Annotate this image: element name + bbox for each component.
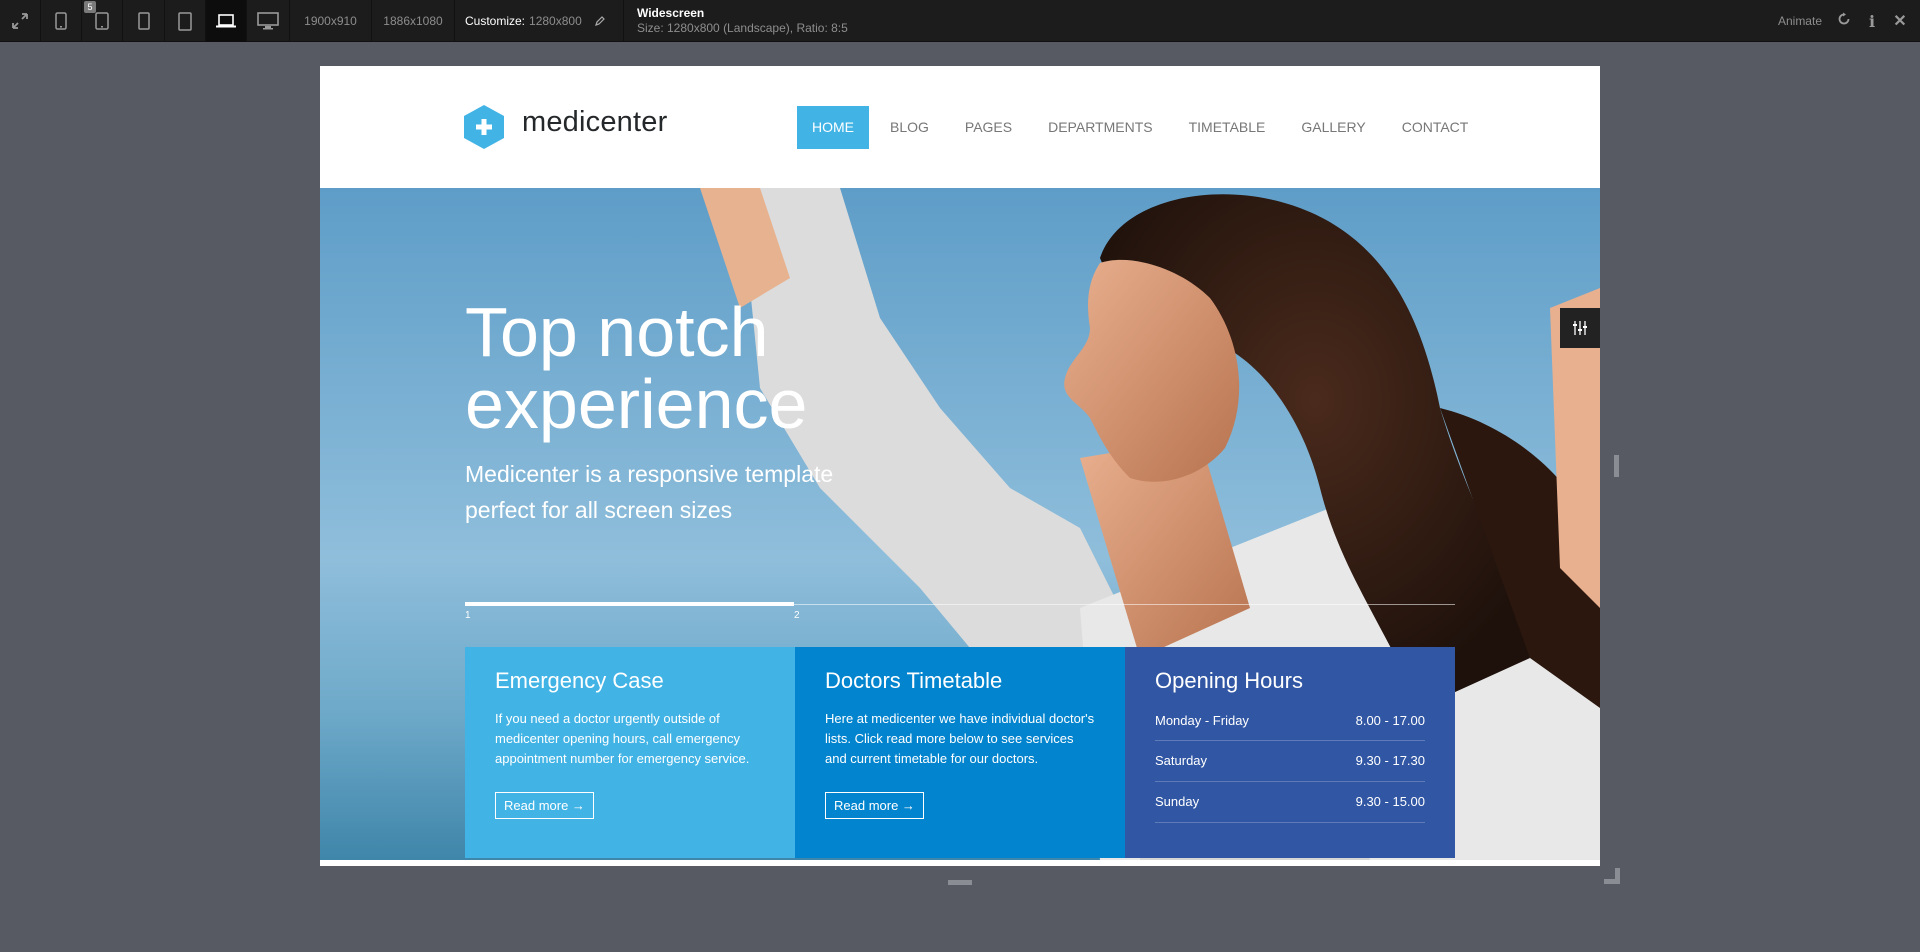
emergency-read-more-button[interactable]: Read more → [495,792,594,819]
hours-time: 9.30 - 15.00 [1355,794,1425,809]
customize-label: Customize: [465,14,526,28]
laptop-icon[interactable] [206,0,247,42]
pencil-icon[interactable] [594,15,606,27]
hours-day: Saturday [1155,753,1208,768]
style-switcher-icon[interactable] [1560,308,1600,348]
resize-handle-corner[interactable] [1604,868,1620,884]
responsive-toolbar: 5 1900x910 1886x1080 Customize: 1280x800… [0,0,1920,42]
device-info-title: Widescreen [637,6,705,20]
slide-1-indicator[interactable]: 1 [465,610,471,621]
main-nav: HOME BLOG PAGES DEPARTMENTS TIMETABLE GA… [797,106,1486,149]
info-icon[interactable]: i [1864,12,1880,31]
slider-progress [465,602,794,606]
slide-2-indicator[interactable]: 2 [794,610,800,621]
toolbar-actions: Animate i ✕ [1778,0,1920,42]
device-info: Widescreen Size: 1280x800 (Landscape), R… [637,6,848,36]
hours-row: Saturday 9.30 - 17.30 [1155,741,1425,782]
hero-title-line-1: Top notch [465,293,769,371]
resize-handle-right[interactable] [1614,455,1619,477]
box-text: Here at medicenter we have individual do… [825,711,1095,766]
emergency-case-box: Emergency Case If you need a doctor urge… [465,647,795,858]
hero-slider: Top notch experience Medicenter is a res… [320,188,1600,860]
hero-subtitle: Medicenter is a responsive template perf… [465,461,834,523]
device-count-badge: 5 [84,1,96,13]
refresh-icon[interactable] [1836,12,1852,31]
nav-timetable[interactable]: TIMETABLE [1171,106,1284,149]
medicenter-logo-icon[interactable] [463,104,505,150]
hours-time: 9.30 - 17.30 [1355,753,1425,768]
site-logo-text[interactable]: medicenter [522,106,667,139]
site-preview-frame: medicenter HOME BLOG PAGES DEPARTMENTS T… [320,66,1600,866]
hours-list: Monday - Friday 8.00 - 17.00 Saturday 9.… [1155,701,1425,823]
hours-time: 8.00 - 17.00 [1355,713,1425,728]
nav-contact[interactable]: CONTACT [1384,106,1487,149]
site-header: medicenter HOME BLOG PAGES DEPARTMENTS T… [320,66,1600,188]
nav-gallery[interactable]: GALLERY [1283,106,1383,149]
hero-title-line-2: experience [465,365,808,443]
box-title: Opening Hours [1155,668,1303,693]
desktop-icon[interactable] [247,0,290,42]
tablet-icon[interactable] [165,0,206,42]
timetable-read-more-button[interactable]: Read more → [825,792,924,819]
nav-departments[interactable]: DEPARTMENTS [1030,106,1171,149]
animate-label[interactable]: Animate [1778,14,1822,28]
hours-row: Monday - Friday 8.00 - 17.00 [1155,701,1425,741]
fullscreen-icon[interactable] [0,0,41,42]
frame-bottom-strip [320,860,1600,866]
hero-title: Top notch experience [465,296,807,440]
nav-blog[interactable]: BLOG [872,106,947,149]
box-text: If you need a doctor urgently outside of… [495,711,750,766]
small-tablet-icon[interactable] [123,0,165,42]
nav-home[interactable]: HOME [797,106,869,149]
phone-portrait-icon[interactable] [41,0,82,42]
hours-day: Sunday [1155,794,1200,809]
hours-row: Sunday 9.30 - 15.00 [1155,782,1425,823]
device-info-size: Size: 1280x800 (Landscape), Ratio: 8:5 [637,21,848,35]
size-preset-1[interactable]: 1900x910 [290,0,372,42]
close-icon[interactable]: ✕ [1892,11,1908,31]
box-title: Doctors Timetable [825,668,1003,693]
doctors-timetable-box: Doctors Timetable Here at medicenter we … [795,647,1125,858]
box-title: Emergency Case [495,668,664,693]
hours-day: Monday - Friday [1155,713,1249,728]
customize-size[interactable]: Customize: 1280x800 [455,0,624,42]
info-boxes: Emergency Case If you need a doctor urge… [465,647,1455,858]
size-preset-2[interactable]: 1886x1080 [372,0,455,42]
opening-hours-box: Opening Hours Monday - Friday 8.00 - 17.… [1125,647,1455,858]
nav-pages[interactable]: PAGES [947,106,1030,149]
resize-handle-bottom[interactable] [948,880,972,885]
customize-value[interactable]: 1280x800 [529,14,582,28]
